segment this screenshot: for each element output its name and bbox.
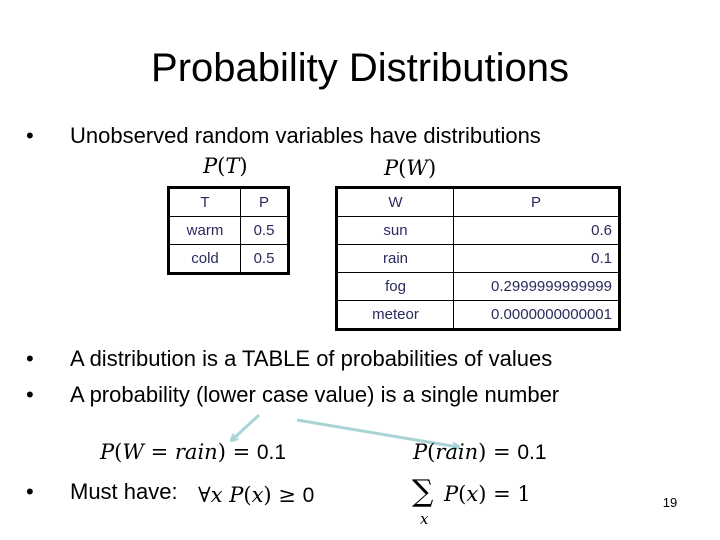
bullet-icon: • xyxy=(26,479,34,504)
equation-nonnegativity: ∀x P(x) ≥ 0 xyxy=(198,483,315,507)
bullet-text: Must have: xyxy=(70,479,178,504)
equation-joint-example: P(W = rain) = 0.1 xyxy=(100,440,287,464)
sum-expression: P(x) = 1 xyxy=(444,482,531,506)
page-number: 19 xyxy=(662,495,678,510)
sigma-symbol: ∑ xyxy=(412,474,434,509)
bullet-must-have: • Must have: xyxy=(26,478,178,506)
equation-short-example: P(rain) = 0.1 xyxy=(413,440,547,464)
sum-subscript: x xyxy=(420,510,429,528)
arrow-to-joint-example xyxy=(232,413,261,440)
